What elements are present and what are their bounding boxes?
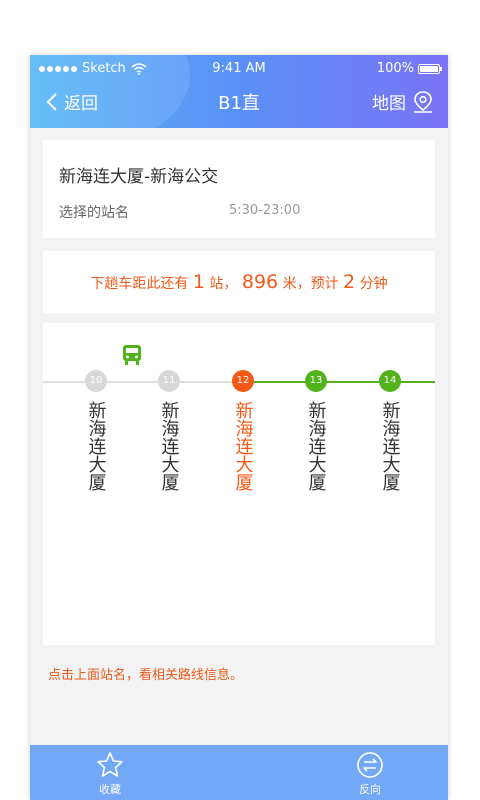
battery-icon — [418, 63, 442, 74]
stop-name[interactable]: 新海连大厦 — [84, 401, 109, 491]
star-icon — [97, 752, 123, 777]
status-bar: Sketch 9:41 AM 100% — [30, 59, 448, 79]
nav-bar: 返回 B1直 地图 — [30, 85, 448, 121]
favorite-button[interactable]: 收藏 — [80, 751, 140, 797]
minutes-unit: 分钟 — [359, 276, 388, 292]
stops-count: 1 — [192, 271, 205, 293]
map-button[interactable]: 地图 — [372, 89, 434, 114]
stop-number: 10 — [85, 370, 107, 392]
stop-name[interactable]: 新海连大厦 — [231, 401, 256, 491]
map-pin-icon — [414, 90, 432, 113]
stop-number: 12 — [232, 370, 254, 392]
stops-card: 10 新海连大厦 11 新海连大厦 12 新海连大厦 13 新海连大厦 14 新… — [43, 323, 435, 645]
stop-item[interactable]: 11 新海连大厦 — [149, 370, 189, 495]
track-passed — [43, 381, 243, 383]
reverse-button[interactable]: 反向 — [340, 751, 400, 797]
favorite-label: 收藏 — [99, 783, 121, 796]
header: Sketch 9:41 AM 100% 返回 B1直 地图 — [30, 55, 448, 128]
distance-value: 896 — [241, 271, 279, 293]
arrival-prefix: 下趟车距此还有 — [90, 276, 189, 292]
stop-item-current[interactable]: 12 新海连大厦 — [223, 370, 263, 495]
route-card: 新海连大厦-新海公交 选择的站名 5:30-23:00 — [43, 140, 435, 238]
battery-percent: 100% — [376, 61, 414, 76]
map-label: 地图 — [372, 94, 406, 114]
battery-group: 100% — [376, 61, 442, 76]
stop-name[interactable]: 新海连大厦 — [157, 401, 182, 491]
route-name: 新海连大厦-新海公交 — [59, 167, 219, 187]
stop-item[interactable]: 13 新海连大厦 — [296, 370, 336, 495]
arrival-info-card: 下趟车距此还有 1 站， 896 米，预计 2 分钟 — [43, 251, 435, 313]
stops-unit: 站， — [209, 276, 238, 292]
bus-icon — [123, 345, 141, 365]
minutes-value: 2 — [343, 271, 356, 293]
stop-number: 11 — [158, 370, 180, 392]
distance-unit: 米，预计 — [282, 276, 339, 292]
tab-bar: 收藏 反向 — [30, 745, 448, 800]
selected-stop-label: 选择的站名 — [59, 205, 129, 221]
operating-hours: 5:30-23:00 — [229, 203, 301, 218]
arrival-info: 下趟车距此还有 1 站， 896 米，预计 2 分钟 — [43, 271, 435, 293]
reverse-label: 反向 — [359, 783, 381, 796]
stop-item[interactable]: 10 新海连大厦 — [76, 370, 116, 495]
stop-number: 14 — [379, 370, 401, 392]
hint-text: 点击上面站名，看相关路线信息。 — [48, 668, 244, 683]
stop-name[interactable]: 新海连大厦 — [304, 401, 329, 491]
stop-item[interactable]: 14 新海连大厦 — [370, 370, 410, 495]
phone-screen: Sketch 9:41 AM 100% 返回 B1直 地图 新海连大厦-新海公交… — [30, 55, 448, 800]
swap-direction-icon — [357, 752, 383, 778]
stop-name[interactable]: 新海连大厦 — [378, 401, 403, 491]
stop-number: 13 — [305, 370, 327, 392]
